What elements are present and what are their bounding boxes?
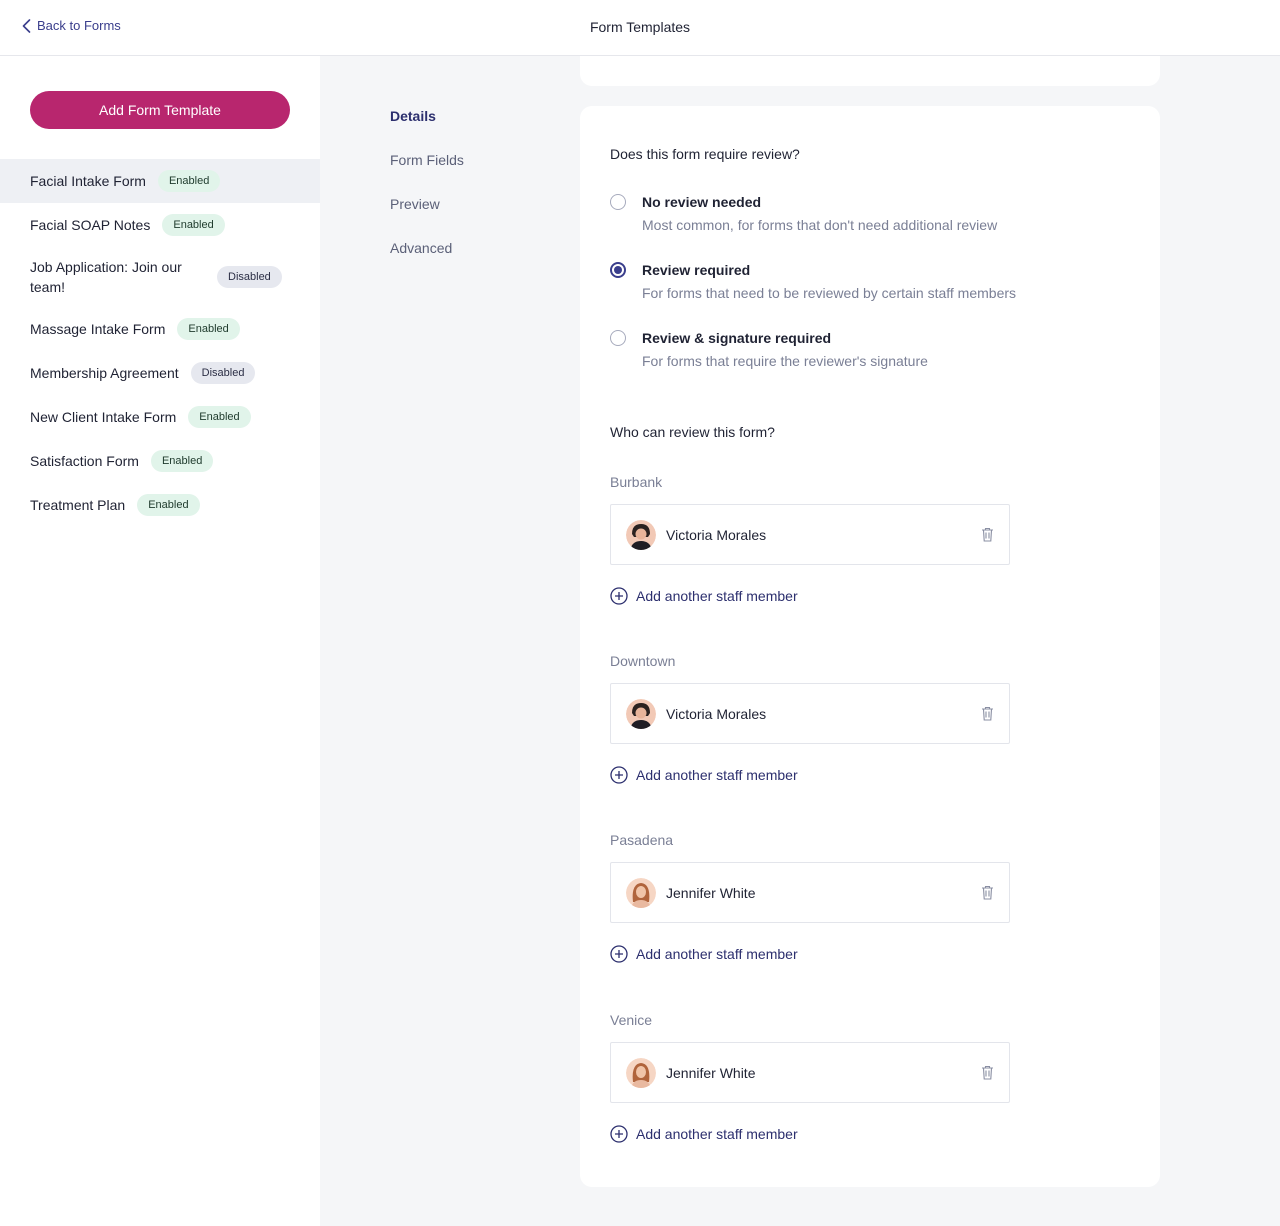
avatar	[626, 698, 656, 729]
avatar	[626, 1057, 656, 1088]
staff-selector[interactable]: Victoria Morales	[610, 504, 1010, 565]
template-name: New Client Intake Form	[30, 409, 177, 425]
radio-button[interactable]	[610, 194, 626, 210]
status-badge: Enabled	[162, 214, 225, 236]
staff-selector[interactable]: Jennifer White	[610, 1042, 1010, 1103]
template-name: Treatment Plan	[30, 497, 126, 513]
template-item-facial-soap-notes[interactable]: Facial SOAP Notes Enabled	[0, 203, 320, 247]
template-sidebar: Add Form Template Facial Intake Form Ena…	[0, 56, 320, 1226]
status-badge: Enabled	[188, 406, 251, 428]
template-item-membership-agreement[interactable]: Membership Agreement Disabled	[0, 351, 320, 395]
nav-advanced[interactable]: Advanced	[390, 240, 464, 284]
template-item-facial-intake-form[interactable]: Facial Intake Form Enabled	[0, 159, 320, 203]
staff-selector[interactable]: Jennifer White	[610, 862, 1010, 923]
staff-name: Victoria Morales	[666, 526, 767, 543]
template-name: Facial Intake Form	[30, 173, 146, 189]
template-item-treatment-plan[interactable]: Treatment Plan Enabled	[0, 483, 320, 527]
add-staff-label: Add another staff member	[636, 767, 798, 783]
radio-description: For forms that need to be reviewed by ce…	[642, 285, 1017, 301]
add-staff-button[interactable]: Add another staff member	[610, 1125, 798, 1143]
trash-icon[interactable]	[981, 706, 994, 721]
add-staff-button[interactable]: Add another staff member	[610, 766, 798, 784]
staff-name: Jennifer White	[666, 884, 756, 901]
radio-button[interactable]	[610, 262, 626, 278]
template-item-satisfaction-form[interactable]: Satisfaction Form Enabled	[0, 439, 320, 483]
staff-selector[interactable]: Victoria Morales	[610, 683, 1010, 744]
staff-name: Victoria Morales	[666, 705, 767, 722]
radio-title: No review needed	[642, 194, 762, 210]
section-nav: Details Form Fields Preview Advanced	[390, 108, 464, 284]
radio-title: Review required	[642, 262, 751, 278]
previous-card	[580, 56, 1160, 86]
template-name: Satisfaction Form	[30, 453, 139, 469]
staff-name: Jennifer White	[666, 1064, 756, 1081]
radio-review-signature[interactable]: Review & signature required For forms th…	[610, 329, 928, 370]
add-staff-button[interactable]: Add another staff member	[610, 945, 798, 963]
template-name: Membership Agreement	[30, 365, 179, 381]
nav-preview[interactable]: Preview	[390, 196, 464, 240]
template-item-new-client-intake-form[interactable]: New Client Intake Form Enabled	[0, 395, 320, 439]
radio-title: Review & signature required	[642, 330, 832, 346]
review-settings-card: Does this form require review? No review…	[580, 106, 1160, 1187]
nav-form-fields[interactable]: Form Fields	[390, 152, 464, 196]
avatar	[626, 519, 656, 550]
location-label: Burbank	[610, 474, 663, 490]
page-title: Form Templates	[589, 19, 691, 35]
nav-details[interactable]: Details	[390, 108, 464, 152]
template-name: Facial SOAP Notes	[30, 217, 151, 233]
add-staff-label: Add another staff member	[636, 588, 798, 604]
plus-circle-icon	[610, 1125, 628, 1143]
trash-icon[interactable]	[981, 1065, 994, 1080]
trash-icon[interactable]	[981, 885, 994, 900]
plus-circle-icon	[610, 766, 628, 784]
add-form-template-button[interactable]: Add Form Template	[30, 91, 290, 129]
radio-review-required[interactable]: Review required For forms that need to b…	[610, 261, 1016, 302]
template-name: Massage Intake Form	[30, 321, 166, 337]
review-question: Does this form require review?	[610, 146, 800, 162]
status-badge: Disabled	[190, 362, 256, 384]
reviewers-question: Who can review this form?	[610, 424, 775, 440]
status-badge: Enabled	[157, 170, 221, 192]
plus-circle-icon	[610, 587, 628, 605]
template-list: Facial Intake Form Enabled Facial SOAP N…	[0, 159, 320, 527]
add-staff-label: Add another staff member	[636, 1126, 798, 1142]
status-badge: Enabled	[150, 450, 214, 472]
template-name: Job Application: Join our team!	[30, 259, 182, 295]
top-bar: Back to Forms Form Templates	[0, 0, 1280, 56]
add-staff-button[interactable]: Add another staff member	[610, 587, 798, 605]
status-badge: Enabled	[177, 318, 240, 340]
template-item-job-application[interactable]: Job Application: Join our team! Disabled	[0, 247, 320, 307]
location-label: Pasadena	[610, 832, 674, 848]
template-item-massage-intake-form[interactable]: Massage Intake Form Enabled	[0, 307, 320, 351]
plus-circle-icon	[610, 945, 628, 963]
status-badge: Enabled	[137, 494, 200, 516]
avatar	[626, 877, 656, 908]
location-label: Venice	[610, 1012, 653, 1028]
radio-description: For forms that require the reviewer's si…	[642, 353, 928, 369]
radio-description: Most common, for forms that don't need a…	[642, 217, 998, 233]
radio-no-review[interactable]: No review needed Most common, for forms …	[610, 193, 997, 234]
add-staff-label: Add another staff member	[636, 946, 798, 962]
status-badge: Disabled	[217, 266, 282, 288]
location-label: Downtown	[610, 653, 676, 669]
trash-icon[interactable]	[981, 527, 994, 542]
radio-button[interactable]	[610, 330, 626, 346]
